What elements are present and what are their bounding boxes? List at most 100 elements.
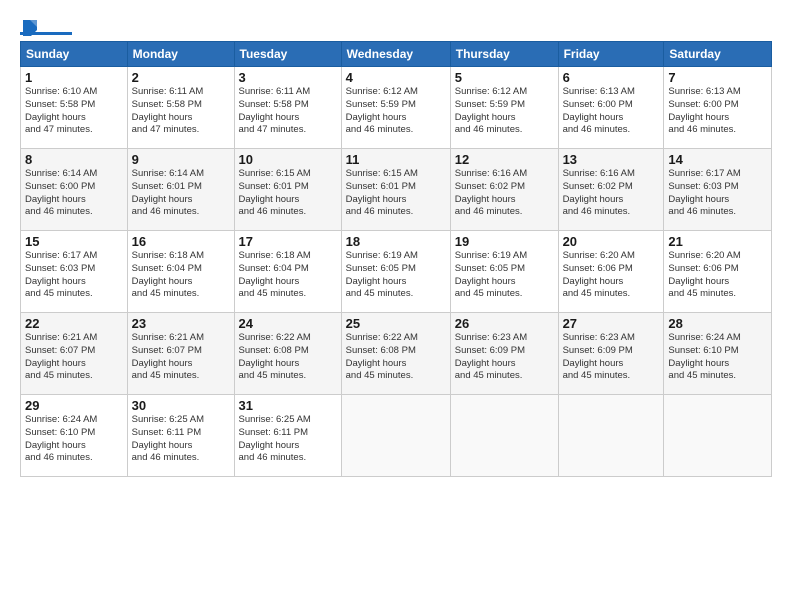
day-number: 23	[132, 316, 230, 331]
day-number: 20	[563, 234, 660, 249]
day-number: 26	[455, 316, 554, 331]
day-cell: 2 Sunrise: 6:11 AM Sunset: 5:58 PM Dayli…	[127, 67, 234, 149]
day-info: Sunrise: 6:24 AM Sunset: 6:10 PM Dayligh…	[668, 332, 740, 381]
day-number: 2	[132, 70, 230, 85]
week-row-1: 1 Sunrise: 6:10 AM Sunset: 5:58 PM Dayli…	[21, 67, 772, 149]
logo-underline	[20, 32, 72, 35]
day-info: Sunrise: 6:23 AM Sunset: 6:09 PM Dayligh…	[563, 332, 635, 381]
day-number: 6	[563, 70, 660, 85]
day-cell: 24 Sunrise: 6:22 AM Sunset: 6:08 PM Dayl…	[234, 313, 341, 395]
day-cell: 14 Sunrise: 6:17 AM Sunset: 6:03 PM Dayl…	[664, 149, 772, 231]
day-info: Sunrise: 6:16 AM Sunset: 6:02 PM Dayligh…	[455, 168, 527, 217]
day-cell: 7 Sunrise: 6:13 AM Sunset: 6:00 PM Dayli…	[664, 67, 772, 149]
day-number: 7	[668, 70, 767, 85]
day-number: 24	[239, 316, 337, 331]
day-number: 8	[25, 152, 123, 167]
day-cell	[664, 395, 772, 477]
col-header-friday: Friday	[558, 42, 664, 67]
day-info: Sunrise: 6:23 AM Sunset: 6:09 PM Dayligh…	[455, 332, 527, 381]
col-header-sunday: Sunday	[21, 42, 128, 67]
day-cell: 31 Sunrise: 6:25 AM Sunset: 6:11 PM Dayl…	[234, 395, 341, 477]
column-headers: SundayMondayTuesdayWednesdayThursdayFrid…	[21, 42, 772, 67]
day-info: Sunrise: 6:25 AM Sunset: 6:11 PM Dayligh…	[132, 414, 204, 463]
day-info: Sunrise: 6:11 AM Sunset: 5:58 PM Dayligh…	[239, 86, 311, 135]
day-cell: 30 Sunrise: 6:25 AM Sunset: 6:11 PM Dayl…	[127, 395, 234, 477]
day-info: Sunrise: 6:21 AM Sunset: 6:07 PM Dayligh…	[25, 332, 97, 381]
week-row-4: 22 Sunrise: 6:21 AM Sunset: 6:07 PM Dayl…	[21, 313, 772, 395]
day-info: Sunrise: 6:12 AM Sunset: 5:59 PM Dayligh…	[346, 86, 418, 135]
day-number: 4	[346, 70, 446, 85]
day-info: Sunrise: 6:22 AM Sunset: 6:08 PM Dayligh…	[239, 332, 311, 381]
day-info: Sunrise: 6:14 AM Sunset: 6:01 PM Dayligh…	[132, 168, 204, 217]
day-info: Sunrise: 6:19 AM Sunset: 6:05 PM Dayligh…	[346, 250, 418, 299]
day-number: 11	[346, 152, 446, 167]
day-info: Sunrise: 6:25 AM Sunset: 6:11 PM Dayligh…	[239, 414, 311, 463]
day-cell: 17 Sunrise: 6:18 AM Sunset: 6:04 PM Dayl…	[234, 231, 341, 313]
col-header-tuesday: Tuesday	[234, 42, 341, 67]
day-info: Sunrise: 6:13 AM Sunset: 6:00 PM Dayligh…	[668, 86, 740, 135]
day-cell: 15 Sunrise: 6:17 AM Sunset: 6:03 PM Dayl…	[21, 231, 128, 313]
day-info: Sunrise: 6:20 AM Sunset: 6:06 PM Dayligh…	[668, 250, 740, 299]
logo	[20, 18, 72, 35]
day-cell: 10 Sunrise: 6:15 AM Sunset: 6:01 PM Dayl…	[234, 149, 341, 231]
day-info: Sunrise: 6:18 AM Sunset: 6:04 PM Dayligh…	[132, 250, 204, 299]
day-info: Sunrise: 6:11 AM Sunset: 5:58 PM Dayligh…	[132, 86, 204, 135]
day-info: Sunrise: 6:24 AM Sunset: 6:10 PM Dayligh…	[25, 414, 97, 463]
col-header-wednesday: Wednesday	[341, 42, 450, 67]
day-info: Sunrise: 6:15 AM Sunset: 6:01 PM Dayligh…	[239, 168, 311, 217]
day-cell: 27 Sunrise: 6:23 AM Sunset: 6:09 PM Dayl…	[558, 313, 664, 395]
day-cell: 25 Sunrise: 6:22 AM Sunset: 6:08 PM Dayl…	[341, 313, 450, 395]
day-cell: 23 Sunrise: 6:21 AM Sunset: 6:07 PM Dayl…	[127, 313, 234, 395]
day-cell	[341, 395, 450, 477]
col-header-saturday: Saturday	[664, 42, 772, 67]
day-number: 13	[563, 152, 660, 167]
week-row-5: 29 Sunrise: 6:24 AM Sunset: 6:10 PM Dayl…	[21, 395, 772, 477]
day-number: 19	[455, 234, 554, 249]
day-number: 1	[25, 70, 123, 85]
day-cell: 11 Sunrise: 6:15 AM Sunset: 6:01 PM Dayl…	[341, 149, 450, 231]
day-number: 12	[455, 152, 554, 167]
day-cell: 5 Sunrise: 6:12 AM Sunset: 5:59 PM Dayli…	[450, 67, 558, 149]
col-header-thursday: Thursday	[450, 42, 558, 67]
calendar-body: 1 Sunrise: 6:10 AM Sunset: 5:58 PM Dayli…	[21, 67, 772, 477]
day-cell: 1 Sunrise: 6:10 AM Sunset: 5:58 PM Dayli…	[21, 67, 128, 149]
day-cell: 9 Sunrise: 6:14 AM Sunset: 6:01 PM Dayli…	[127, 149, 234, 231]
day-number: 10	[239, 152, 337, 167]
day-number: 31	[239, 398, 337, 413]
day-info: Sunrise: 6:12 AM Sunset: 5:59 PM Dayligh…	[455, 86, 527, 135]
calendar-table: SundayMondayTuesdayWednesdayThursdayFrid…	[20, 41, 772, 477]
day-info: Sunrise: 6:16 AM Sunset: 6:02 PM Dayligh…	[563, 168, 635, 217]
day-cell: 28 Sunrise: 6:24 AM Sunset: 6:10 PM Dayl…	[664, 313, 772, 395]
day-info: Sunrise: 6:21 AM Sunset: 6:07 PM Dayligh…	[132, 332, 204, 381]
day-number: 14	[668, 152, 767, 167]
day-number: 5	[455, 70, 554, 85]
day-cell: 18 Sunrise: 6:19 AM Sunset: 6:05 PM Dayl…	[341, 231, 450, 313]
day-number: 25	[346, 316, 446, 331]
day-info: Sunrise: 6:15 AM Sunset: 6:01 PM Dayligh…	[346, 168, 418, 217]
day-cell: 29 Sunrise: 6:24 AM Sunset: 6:10 PM Dayl…	[21, 395, 128, 477]
day-cell	[558, 395, 664, 477]
day-cell: 19 Sunrise: 6:19 AM Sunset: 6:05 PM Dayl…	[450, 231, 558, 313]
day-info: Sunrise: 6:20 AM Sunset: 6:06 PM Dayligh…	[563, 250, 635, 299]
col-header-monday: Monday	[127, 42, 234, 67]
day-cell: 4 Sunrise: 6:12 AM Sunset: 5:59 PM Dayli…	[341, 67, 450, 149]
day-number: 21	[668, 234, 767, 249]
day-number: 30	[132, 398, 230, 413]
day-cell: 3 Sunrise: 6:11 AM Sunset: 5:58 PM Dayli…	[234, 67, 341, 149]
day-number: 17	[239, 234, 337, 249]
day-number: 27	[563, 316, 660, 331]
day-info: Sunrise: 6:18 AM Sunset: 6:04 PM Dayligh…	[239, 250, 311, 299]
day-cell: 26 Sunrise: 6:23 AM Sunset: 6:09 PM Dayl…	[450, 313, 558, 395]
day-cell: 20 Sunrise: 6:20 AM Sunset: 6:06 PM Dayl…	[558, 231, 664, 313]
day-cell: 8 Sunrise: 6:14 AM Sunset: 6:00 PM Dayli…	[21, 149, 128, 231]
day-cell	[450, 395, 558, 477]
day-info: Sunrise: 6:13 AM Sunset: 6:00 PM Dayligh…	[563, 86, 635, 135]
day-number: 18	[346, 234, 446, 249]
week-row-3: 15 Sunrise: 6:17 AM Sunset: 6:03 PM Dayl…	[21, 231, 772, 313]
day-cell: 13 Sunrise: 6:16 AM Sunset: 6:02 PM Dayl…	[558, 149, 664, 231]
day-cell: 12 Sunrise: 6:16 AM Sunset: 6:02 PM Dayl…	[450, 149, 558, 231]
day-info: Sunrise: 6:10 AM Sunset: 5:58 PM Dayligh…	[25, 86, 97, 135]
day-info: Sunrise: 6:22 AM Sunset: 6:08 PM Dayligh…	[346, 332, 418, 381]
day-number: 9	[132, 152, 230, 167]
day-number: 3	[239, 70, 337, 85]
